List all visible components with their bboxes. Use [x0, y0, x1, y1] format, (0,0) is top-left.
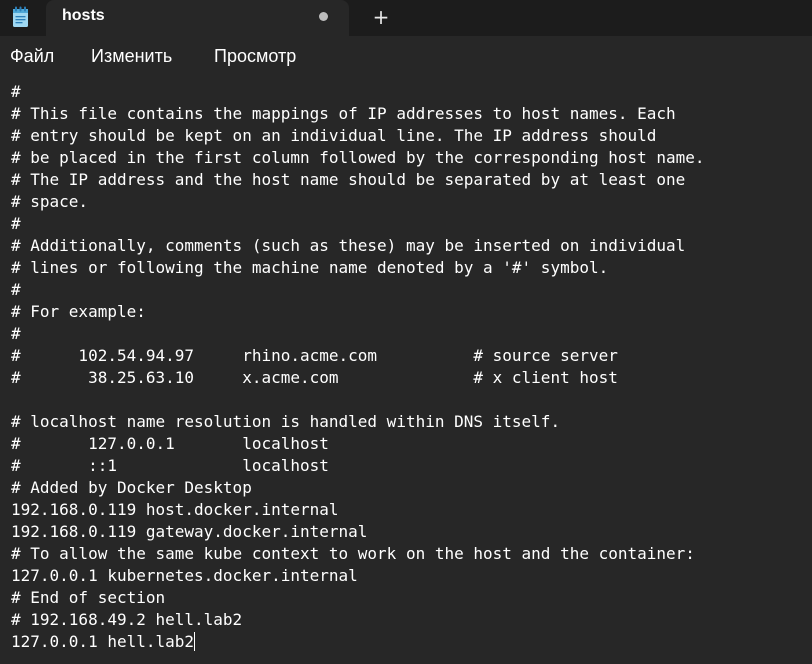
editor-line: #	[11, 324, 21, 343]
editor-line: # The IP address and the host name shoul…	[11, 170, 686, 189]
menu-bar: Файл Изменить Просмотр	[0, 36, 812, 78]
menu-edit[interactable]: Изменить	[91, 46, 172, 67]
editor-line: #	[11, 82, 21, 101]
editor-line: # For example:	[11, 302, 146, 321]
menu-view[interactable]: Просмотр	[214, 46, 296, 67]
editor-line: # localhost name resolution is handled w…	[11, 412, 561, 431]
editor-last-line: 127.0.0.1 hell.lab2	[11, 631, 705, 653]
title-bar: hosts +	[0, 0, 812, 36]
text-editor[interactable]: # # This file contains the mappings of I…	[0, 78, 812, 664]
editor-lines: # # This file contains the mappings of I…	[11, 81, 705, 653]
notepad-icon	[12, 6, 29, 28]
editor-line-text: 127.0.0.1 hell.lab2	[11, 632, 195, 651]
editor-line: # 127.0.0.1 localhost	[11, 434, 329, 453]
editor-line: # This file contains the mappings of IP …	[11, 104, 676, 123]
editor-line: # be placed in the first column followed…	[11, 148, 705, 167]
editor-line: # 192.168.49.2 hell.lab2	[11, 610, 243, 629]
editor-line: # End of section	[11, 588, 166, 607]
editor-line: # 102.54.94.97 rhino.acme.com # source s…	[11, 346, 618, 365]
editor-line: # space.	[11, 192, 89, 211]
editor-line: #	[11, 280, 21, 299]
editor-line: # lines or following the machine name de…	[11, 258, 609, 277]
text-caret	[194, 632, 196, 651]
editor-line: # To allow the same kube context to work…	[11, 544, 695, 563]
editor-line: 192.168.0.119 host.docker.internal	[11, 500, 339, 519]
menu-file[interactable]: Файл	[10, 46, 54, 67]
tab-title: hosts	[62, 7, 105, 24]
editor-line: # Additionally, comments (such as these)…	[11, 236, 686, 255]
unsaved-indicator-icon[interactable]	[319, 12, 328, 21]
editor-line: # 38.25.63.10 x.acme.com # x client host	[11, 368, 618, 387]
editor-line: # entry should be kept on an individual …	[11, 126, 657, 145]
editor-line: 127.0.0.1 kubernetes.docker.internal	[11, 566, 358, 585]
editor-line: #	[11, 214, 21, 233]
new-tab-button[interactable]: +	[370, 4, 392, 30]
editor-line: # ::1 localhost	[11, 456, 329, 475]
editor-line: 192.168.0.119 gateway.docker.internal	[11, 522, 368, 541]
editor-line: # Added by Docker Desktop	[11, 478, 252, 497]
tab-hosts[interactable]: hosts	[46, 0, 349, 36]
